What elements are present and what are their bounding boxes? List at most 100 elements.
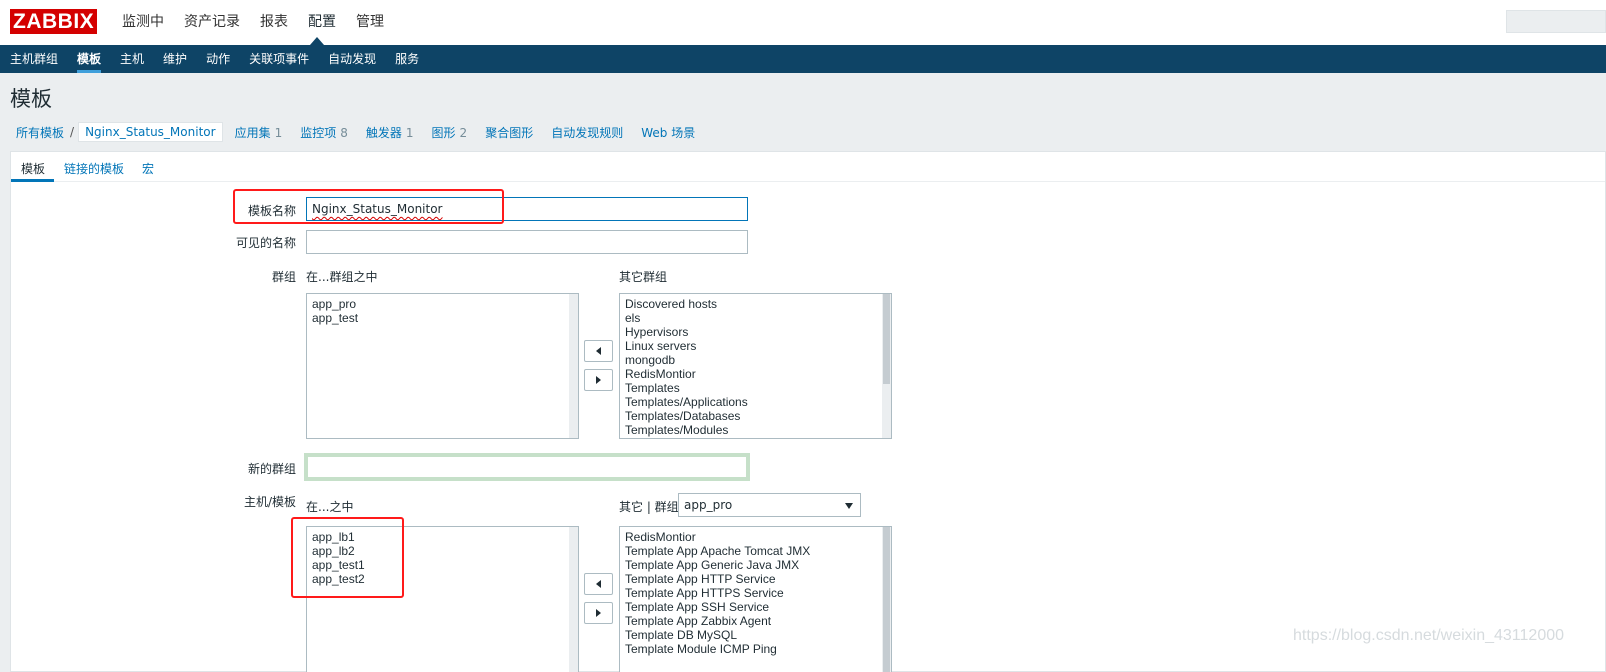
graphs-label: 图形 bbox=[431, 125, 456, 140]
triggers-label: 触发器 bbox=[365, 125, 402, 140]
form-panel: 模板 链接的模板 宏 模板名称 Nginx_Status_Monitor 可见的… bbox=[10, 151, 1606, 672]
search-input[interactable] bbox=[1506, 10, 1606, 33]
arrow-left-icon bbox=[596, 580, 601, 588]
sub-menu-discovery[interactable]: 自动发现 bbox=[328, 45, 376, 73]
list-item[interactable]: Templates/Applications bbox=[625, 395, 886, 409]
move-right-hosts-button[interactable] bbox=[584, 602, 613, 624]
applications-label: 应用集 bbox=[234, 125, 271, 140]
top-bar: ZABBIX 监测中 资产记录 报表 配置 管理 bbox=[0, 0, 1606, 45]
top-menu: 监测中 资产记录 报表 配置 管理 bbox=[122, 12, 404, 32]
form-tabs: 模板 链接的模板 宏 bbox=[11, 152, 1605, 182]
scrollbar-thumb[interactable] bbox=[883, 294, 890, 384]
list-item[interactable]: Template App Apache Tomcat JMX bbox=[625, 544, 886, 558]
list-item[interactable]: els bbox=[625, 311, 886, 325]
scrollbar[interactable] bbox=[882, 294, 891, 438]
applications-link[interactable]: 应用集 1 bbox=[235, 124, 283, 141]
top-menu-inventory[interactable]: 资产记录 bbox=[184, 12, 240, 32]
sub-menu-host-groups[interactable]: 主机群组 bbox=[10, 45, 58, 73]
tab-linked-templates[interactable]: 链接的模板 bbox=[64, 160, 124, 177]
web-scenarios-link[interactable]: Web 场景 bbox=[641, 124, 695, 141]
page-title: 模板 bbox=[10, 87, 52, 111]
in-hosts-label: 在...之中 bbox=[306, 500, 354, 514]
list-item[interactable]: app_pro bbox=[312, 297, 573, 311]
in-groups-label: 在...群组之中 bbox=[306, 270, 378, 284]
host-group-select-value: app_pro bbox=[684, 498, 733, 512]
active-menu-caret-icon bbox=[310, 37, 324, 45]
other-groups-list[interactable]: Discovered hosts els Hypervisors Linux s… bbox=[619, 293, 892, 439]
watermark: https://blog.csdn.net/weixin_43112000 bbox=[1293, 627, 1565, 644]
list-item[interactable]: Template App HTTPS Service bbox=[625, 586, 886, 600]
other-hosts-list[interactable]: RedisMontior Template App Apache Tomcat … bbox=[619, 526, 892, 672]
list-item[interactable]: app_test2 bbox=[312, 572, 573, 586]
triggers-count: 1 bbox=[405, 125, 414, 140]
graphs-link[interactable]: 图形 2 bbox=[432, 124, 468, 141]
tab-macros[interactable]: 宏 bbox=[142, 160, 154, 177]
items-count: 8 bbox=[340, 125, 348, 140]
list-item[interactable]: Template App Generic Java JMX bbox=[625, 558, 886, 572]
list-item[interactable]: Discovered hosts bbox=[625, 297, 886, 311]
current-template-link[interactable]: Nginx_Status_Monitor bbox=[78, 122, 223, 142]
list-item[interactable]: RedisMontior bbox=[625, 367, 886, 381]
triggers-link[interactable]: 触发器 1 bbox=[366, 124, 414, 141]
list-item[interactable]: Template App Zabbix Agent bbox=[625, 614, 886, 628]
list-item[interactable]: app_test bbox=[312, 311, 573, 325]
list-item[interactable]: Template App HTTP Service bbox=[625, 572, 886, 586]
list-item[interactable]: app_lb1 bbox=[312, 530, 573, 544]
template-name-field[interactable]: Nginx_Status_Monitor bbox=[306, 197, 748, 221]
top-menu-configuration[interactable]: 配置 bbox=[308, 12, 336, 32]
top-menu-reports[interactable]: 报表 bbox=[260, 12, 288, 32]
list-item[interactable]: Template DB MySQL bbox=[625, 628, 886, 642]
move-left-hosts-button[interactable] bbox=[584, 573, 613, 595]
list-item[interactable]: Templates/Databases bbox=[625, 409, 886, 423]
screens-link[interactable]: 聚合图形 bbox=[485, 124, 533, 141]
host-group-select[interactable]: app_pro bbox=[678, 493, 861, 517]
all-templates-link[interactable]: 所有模板 bbox=[16, 124, 64, 141]
sub-menu-maintenance[interactable]: 维护 bbox=[163, 45, 187, 73]
list-item[interactable]: app_lb2 bbox=[312, 544, 573, 558]
scrollbar[interactable] bbox=[569, 527, 578, 672]
list-item[interactable]: RedisMontior bbox=[625, 530, 886, 544]
sub-menu-templates[interactable]: 模板 bbox=[77, 45, 102, 73]
list-item[interactable]: Linux servers bbox=[625, 339, 886, 353]
sub-menu-actions[interactable]: 动作 bbox=[206, 45, 230, 73]
list-item[interactable]: Templates bbox=[625, 381, 886, 395]
list-item[interactable]: Templates/Modules bbox=[625, 423, 886, 437]
sub-menu-hosts[interactable]: 主机 bbox=[120, 45, 144, 73]
sub-menu-services[interactable]: 服务 bbox=[395, 45, 419, 73]
top-menu-monitoring[interactable]: 监测中 bbox=[122, 12, 164, 32]
move-right-groups-button[interactable] bbox=[584, 369, 613, 391]
items-link[interactable]: 监控项 8 bbox=[300, 124, 348, 141]
template-nav: 所有模板 / Nginx_Status_Monitor 应用集 1 监控项 8 触发… bbox=[10, 121, 713, 143]
zabbix-logo[interactable]: ZABBIX bbox=[10, 9, 98, 34]
arrow-right-icon bbox=[596, 609, 601, 617]
list-item[interactable]: mongodb bbox=[625, 353, 886, 367]
arrow-right-icon bbox=[596, 376, 601, 384]
active-tab-indicator bbox=[11, 179, 54, 182]
new-group-label: 新的群组 bbox=[247, 462, 296, 476]
tab-template[interactable]: 模板 bbox=[21, 160, 45, 177]
list-item[interactable]: app_test1 bbox=[312, 558, 573, 572]
breadcrumb-separator: / bbox=[70, 125, 75, 139]
visible-name-field[interactable] bbox=[306, 230, 748, 254]
other-hosts-label: 其它 | 群组 bbox=[619, 500, 679, 514]
scrollbar[interactable] bbox=[569, 294, 578, 438]
in-hosts-list[interactable]: app_lb1 app_lb2 app_test1 app_test2 bbox=[306, 526, 579, 672]
in-groups-list[interactable]: app_pro app_test bbox=[306, 293, 579, 439]
list-item[interactable]: Template App SSH Service bbox=[625, 600, 886, 614]
template-name-label: 模板名称 bbox=[247, 204, 296, 218]
sub-menu: 主机群组 模板 主机 维护 动作 关联项事件 自动发现 服务 bbox=[0, 45, 1606, 73]
top-menu-administration[interactable]: 管理 bbox=[356, 12, 384, 32]
items-label: 监控项 bbox=[300, 125, 337, 140]
arrow-left-icon bbox=[596, 347, 601, 355]
list-item[interactable]: Template Module ICMP Ping bbox=[625, 642, 886, 656]
new-group-field[interactable] bbox=[306, 455, 748, 479]
scrollbar-thumb[interactable] bbox=[883, 527, 890, 672]
sub-menu-correlation[interactable]: 关联项事件 bbox=[249, 45, 309, 73]
discovery-rules-link[interactable]: 自动发现规则 bbox=[551, 124, 623, 141]
hosts-templates-label: 主机/模板 bbox=[243, 495, 296, 509]
scrollbar[interactable] bbox=[882, 527, 891, 672]
other-groups-label: 其它群组 bbox=[619, 270, 668, 284]
list-item[interactable]: Hypervisors bbox=[625, 325, 886, 339]
graphs-count: 2 bbox=[459, 125, 468, 140]
move-left-groups-button[interactable] bbox=[584, 340, 613, 362]
